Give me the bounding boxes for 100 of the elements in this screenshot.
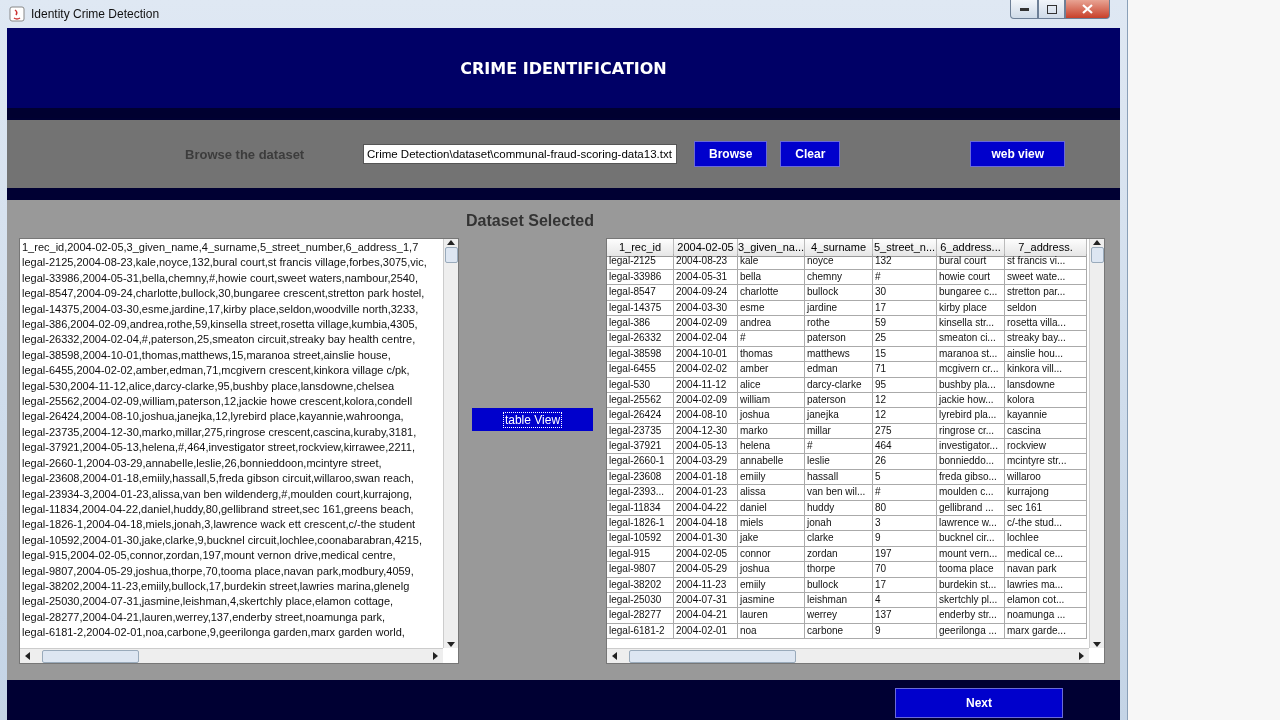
table-cell: legal-9807 <box>607 562 674 578</box>
table-cell: investigator... <box>937 439 1005 455</box>
column-header[interactable]: 5_street_n... <box>873 239 937 257</box>
column-header[interactable]: 3_given_na... <box>738 239 805 257</box>
table-cell: lawries ma... <box>1005 577 1087 593</box>
table-cell: 2004-08-23 <box>674 254 738 270</box>
table-cell: 2004-04-22 <box>674 500 738 517</box>
table-cell: miels <box>738 516 805 532</box>
table-cell: 2004-09-24 <box>674 285 738 301</box>
table-cell: darcy-clarke <box>805 377 873 393</box>
next-button[interactable]: Next <box>895 688 1063 718</box>
table-cell: amber <box>738 362 805 378</box>
table-cell: rosetta villa... <box>1005 315 1087 332</box>
table-cell: streaky bay... <box>1005 331 1087 347</box>
scroll-thumb[interactable] <box>1090 247 1104 263</box>
scroll-right-icon <box>1079 652 1085 660</box>
table-cell: annabelle <box>738 454 805 470</box>
column-header[interactable]: 1_rec_id <box>607 239 674 257</box>
table-cell: kolora <box>1005 392 1087 409</box>
table-cell: 80 <box>873 500 937 517</box>
table-cell: kirby place <box>937 300 1005 316</box>
text-line: legal-23608,2004-01-18,emiily,hassall,5,freda gibson circuit,willaroo,swan reach, <box>22 471 415 487</box>
table-cell: william <box>738 392 805 409</box>
table-cell: bural court <box>937 254 1005 270</box>
table-cell: noa <box>738 623 805 640</box>
table-cell: kinkora vill... <box>1005 362 1087 378</box>
table-cell: lochlee <box>1005 531 1087 547</box>
table-cell: legal-38598 <box>607 346 674 363</box>
scroll-down-icon[interactable] <box>1093 642 1101 648</box>
action-button[interactable]: Clear <box>780 141 841 167</box>
minimize-button[interactable] <box>1010 0 1038 19</box>
table-cell: # <box>805 439 873 455</box>
dataset-text-area[interactable] <box>19 238 459 664</box>
column-header[interactable]: 2004-02-05 <box>674 239 738 257</box>
horizontal-scrollbar[interactable] <box>20 648 443 663</box>
table-cell: 2004-02-09 <box>674 315 738 332</box>
text-line: legal-8547,2004-09-24,charlotte,bullock,30,bungaree crescent,stretton park hostel, <box>22 286 426 302</box>
table-cell: skertchly pl... <box>937 593 1005 609</box>
table-cell: lansdowne <box>1005 377 1087 393</box>
table-cell: bullock <box>805 285 873 301</box>
vertical-scrollbar[interactable] <box>1089 239 1104 648</box>
vertical-scrollbar[interactable] <box>443 239 458 648</box>
table-cell: paterson <box>805 392 873 409</box>
column-header[interactable]: 6_address... <box>937 239 1005 257</box>
table-cell: 2004-01-23 <box>674 485 738 501</box>
table-cell: alissa <box>738 485 805 501</box>
table-cell: legal-23608 <box>607 469 674 486</box>
table-cell: mcgivern cr... <box>937 362 1005 378</box>
scroll-up-icon[interactable] <box>1093 239 1101 245</box>
text-line: legal-26332,2004-02-04,#,paterson,25,smeaton circuit,streaky bay health centre, <box>22 332 417 348</box>
table-cell: charlotte <box>738 285 805 301</box>
table-cell: 464 <box>873 439 937 455</box>
table-cell: legal-2125 <box>607 254 674 270</box>
table-cell: geerilonga ... <box>937 623 1005 640</box>
table-cell: daniel <box>738 500 805 517</box>
horizontal-scrollbar[interactable] <box>607 648 1089 663</box>
table-cell: lawrence w... <box>937 516 1005 532</box>
web-view-button[interactable]: web view <box>970 141 1066 167</box>
text-line: legal-2125,2004-08-23,kale,noyce,132,bural court,st francis village,forbes,3075,vic, <box>22 255 428 271</box>
table-cell: 95 <box>873 377 937 393</box>
table-cell: joshua <box>738 408 805 424</box>
scroll-thumb[interactable] <box>629 649 796 663</box>
table-cell: 197 <box>873 546 937 563</box>
text-line: legal-38202,2004-11-23,emiily,bullock,17,burdekin street,lawries marina,glenelg <box>22 578 411 594</box>
table-cell: legal-37921 <box>607 439 674 455</box>
text-line: legal-28277,2004-04-21,lauren,werrey,137,enderby street,noamunga park, <box>22 609 387 625</box>
table-cell: 2004-02-01 <box>674 623 738 640</box>
table-cell: legal-26424 <box>607 408 674 424</box>
table-cell: 137 <box>873 608 937 624</box>
text-line: legal-10592,2004-01-30,jake,clarke,9,bucknel circuit,lochlee,coonabarabran,4215, <box>22 532 423 548</box>
panel-title: Dataset Selected <box>464 212 596 230</box>
scroll-thumb[interactable] <box>444 247 458 263</box>
table-cell: 15 <box>873 346 937 363</box>
table-cell: mcintyre str... <box>1005 454 1087 470</box>
table-cell: mount vern... <box>937 546 1005 563</box>
action-button[interactable]: Browse <box>694 141 768 167</box>
table-cell: moulden c... <box>937 485 1005 501</box>
close-button[interactable] <box>1065 0 1110 19</box>
table-cell: thorpe <box>805 562 873 578</box>
table-cell: 12 <box>873 392 937 409</box>
table-cell: 70 <box>873 562 937 578</box>
table-cell: 275 <box>873 423 937 440</box>
table-cell: 2004-02-05 <box>674 546 738 563</box>
table-view-button[interactable]: table View <box>472 408 593 431</box>
column-header[interactable]: 4_surname <box>805 239 873 257</box>
table-cell: 2004-10-01 <box>674 346 738 363</box>
scroll-up-icon[interactable] <box>447 239 455 245</box>
column-header[interactable]: 7_address. <box>1005 239 1087 257</box>
maximize-button[interactable] <box>1038 0 1065 19</box>
table-cell: st francis vi... <box>1005 254 1087 270</box>
table-cell: kayannie <box>1005 408 1087 424</box>
text-line: 1_rec_id,2004-02-05,3_given_name,4_surname,5_street_number,6_address_1,7 <box>22 240 420 255</box>
data-table[interactable] <box>606 238 1105 664</box>
table-cell: chemny <box>805 269 873 286</box>
table-cell: 2004-08-10 <box>674 408 738 424</box>
text-line: legal-1826-1,2004-04-18,miels,jonah,3,lawrence wack ett crescent,c/-the student <box>22 517 417 533</box>
scroll-down-icon[interactable] <box>447 642 455 648</box>
path-field[interactable]: Crime Detection\dataset\communal-fraud-scoring-data13.txt <box>363 144 677 164</box>
table-cell: legal-23735 <box>607 423 674 440</box>
scroll-thumb[interactable] <box>42 649 139 663</box>
